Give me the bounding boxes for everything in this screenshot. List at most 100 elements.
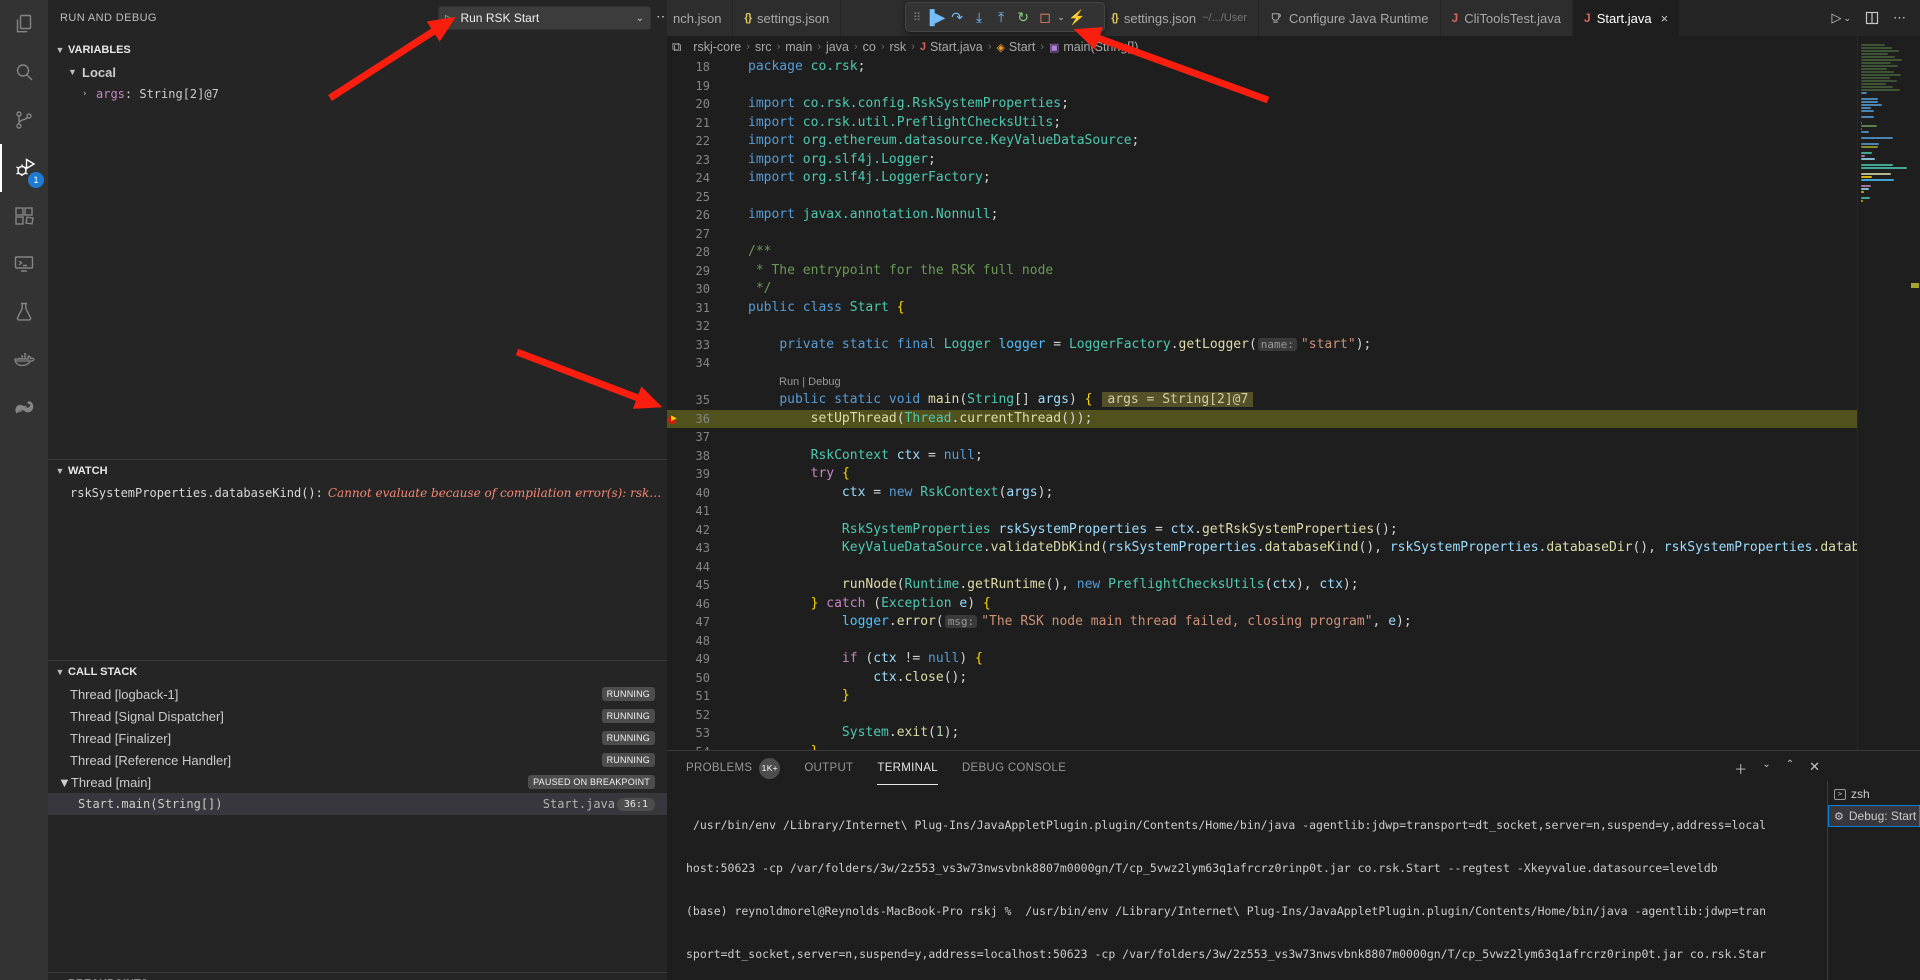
gear-icon: ⚙ xyxy=(1834,810,1844,823)
tab-launch-json[interactable]: nch.json xyxy=(667,0,733,36)
code-line: 38 RskContext ctx = null; xyxy=(667,447,1857,466)
terminal-list-item-zsh[interactable]: > zsh xyxy=(1828,783,1920,805)
chevron-down-icon: ▼ xyxy=(52,667,68,677)
minimap[interactable] xyxy=(1857,36,1910,750)
code-editor[interactable]: 18package co.rsk;1920import co.rsk.confi… xyxy=(667,58,1857,750)
code-line: 43 KeyValueDataSource.validateDbKind(rsk… xyxy=(667,539,1857,558)
breadcrumb-item[interactable]: rsk xyxy=(889,40,906,54)
tab-clitoolstest-java[interactable]: J CliToolsTest.java xyxy=(1441,0,1574,36)
watch-expression-row[interactable]: rskSystemProperties.databaseKind(): Cann… xyxy=(48,482,667,504)
bottom-panel: PROBLEMS 1K+ OUTPUT TERMINAL DEBUG CONSO… xyxy=(667,750,1920,980)
breadcrumb-item[interactable]: rskj-core xyxy=(693,40,741,54)
source-control-icon[interactable] xyxy=(0,96,48,144)
start-debug-icon[interactable]: ▷ xyxy=(445,12,453,25)
thread-row[interactable]: Thread [Signal Dispatcher] RUNNING xyxy=(48,705,667,727)
tab-problems[interactable]: PROBLEMS 1K+ xyxy=(686,751,780,785)
thread-status-badge: RUNNING xyxy=(602,731,655,745)
step-out-icon[interactable]: ⤒ xyxy=(990,9,1012,26)
variables-section-header[interactable]: ▼ VARIABLES xyxy=(48,39,667,61)
code-line: 25 xyxy=(667,188,1857,207)
tab-configure-java-runtime[interactable]: Configure Java Runtime xyxy=(1259,0,1440,36)
editor-actions: ▷⌄ ⋯ xyxy=(1817,0,1920,36)
variables-scope-local[interactable]: ▼ Local xyxy=(48,61,667,83)
close-icon[interactable]: × xyxy=(1661,11,1669,26)
maximize-panel-icon[interactable]: ⌃ xyxy=(1786,759,1794,778)
variable-args[interactable]: › args: String[2]@7 xyxy=(48,83,667,105)
code-line: 19 xyxy=(667,77,1857,96)
terminal-line: (base) reynoldmorel@Reynolds-MacBook-Pro… xyxy=(686,904,1818,918)
thread-row-main[interactable]: ▼ Thread [main] PAUSED ON BREAKPOINT xyxy=(48,771,667,793)
breadcrumb-item[interactable]: java xyxy=(826,40,849,54)
breadcrumb-item[interactable]: src xyxy=(755,40,772,54)
tab-settings-json-user[interactable]: {} settings.json ~/.../User xyxy=(1100,0,1259,36)
docker-icon[interactable] xyxy=(0,336,48,384)
code-line: 29 * The entrypoint for the RSK full nod… xyxy=(667,262,1857,281)
watch-section-header[interactable]: ▼ WATCH xyxy=(48,460,667,482)
more-actions-icon[interactable]: ⋯ xyxy=(1893,10,1906,26)
remote-explorer-icon[interactable] xyxy=(0,240,48,288)
tab-settings-json[interactable]: {} settings.json xyxy=(733,0,841,36)
debug-toolbar: ⠿ ▐▶ ↷ ⤓ ⤒ ↻ ◻ ⌄ ⚡ xyxy=(905,2,1105,32)
close-panel-icon[interactable]: ✕ xyxy=(1809,759,1820,778)
java-file-icon: J xyxy=(1584,11,1591,25)
drag-handle-icon[interactable]: ⠿ xyxy=(913,11,921,24)
thread-row[interactable]: Thread [logback-1] RUNNING xyxy=(48,683,667,705)
chevron-down-icon: ▼ xyxy=(58,775,71,790)
code-lens-line[interactable]: Run | Debug xyxy=(667,373,1857,392)
tab-debug-console[interactable]: DEBUG CONSOLE xyxy=(962,751,1066,785)
chevron-down-icon[interactable]: ⌄ xyxy=(1056,12,1066,23)
chevron-right-icon: › xyxy=(82,89,96,99)
explorer-icon[interactable] xyxy=(0,0,48,48)
code-line: 21import co.rsk.util.PreflightChecksUtil… xyxy=(667,114,1857,133)
frame-file: Start.java xyxy=(543,797,615,811)
run-and-debug-icon[interactable]: 1 xyxy=(0,144,48,192)
terminal-list: > zsh ⚙ Debug: Start xyxy=(1827,781,1920,980)
step-into-icon[interactable]: ⤓ xyxy=(968,9,990,26)
restart-icon[interactable]: ↻ xyxy=(1012,9,1034,26)
terminal-output[interactable]: /usr/bin/env /Library/Internet\ Plug-Ins… xyxy=(686,789,1818,980)
gradle-icon[interactable] xyxy=(0,384,48,432)
debug-count-badge: 1 xyxy=(28,172,44,188)
run-file-button[interactable]: ▷⌄ xyxy=(1831,10,1851,26)
breadcrumb: ⧉ rskj-core› src› main› java› co› rsk› J… xyxy=(667,36,1920,58)
extensions-icon[interactable] xyxy=(0,192,48,240)
tab-output[interactable]: OUTPUT xyxy=(804,751,853,785)
debug-config-dropdown[interactable]: ▷ Run RSK Start ⌄ xyxy=(438,6,651,30)
hot-code-replace-icon[interactable]: ⚡ xyxy=(1066,9,1088,26)
breadcrumb-item-class[interactable]: ◈Start xyxy=(996,40,1035,54)
editor-group: nch.json {} settings.json untime {} sett… xyxy=(667,0,1920,750)
code-line: 49 if (ctx != null) { xyxy=(667,650,1857,669)
code-line: 52 xyxy=(667,706,1857,725)
code-line: 27 xyxy=(667,225,1857,244)
breadcrumb-item-file[interactable]: JStart.java xyxy=(920,40,983,54)
overview-ruler[interactable] xyxy=(1910,36,1920,750)
terminal-list-item-debug[interactable]: ⚙ Debug: Start xyxy=(1828,805,1920,827)
thread-row[interactable]: Thread [Reference Handler] RUNNING xyxy=(48,749,667,771)
stop-icon[interactable]: ◻ xyxy=(1034,9,1056,26)
vscode-window: 1 RUN AND DEBUG ▷ Run RSK Start ⌄ ⋯ xyxy=(0,0,1920,980)
thread-row[interactable]: Thread [Finalizer] RUNNING xyxy=(48,727,667,749)
split-editor-icon[interactable] xyxy=(1865,11,1879,25)
code-line: 41 xyxy=(667,502,1857,521)
step-over-icon[interactable]: ↷ xyxy=(946,9,968,26)
code-line: 40 ctx = new RskContext(args); xyxy=(667,484,1857,503)
tab-terminal[interactable]: TERMINAL xyxy=(877,751,938,785)
tab-start-java[interactable]: J Start.java × xyxy=(1573,0,1680,36)
breadcrumb-item[interactable]: co xyxy=(863,40,876,54)
code-line: 50 ctx.close(); xyxy=(667,669,1857,688)
search-icon[interactable] xyxy=(0,48,48,96)
thread-status-badge: RUNNING xyxy=(602,753,655,767)
testing-icon[interactable] xyxy=(0,288,48,336)
breakpoints-section-header[interactable]: › BREAKPOINTS xyxy=(48,972,667,980)
chevron-down-icon[interactable]: ⌄ xyxy=(1762,759,1770,778)
new-terminal-icon[interactable]: ＋ xyxy=(1734,759,1747,778)
breadcrumb-item-method[interactable]: ▣main(String[]) xyxy=(1049,40,1138,54)
breadcrumb-item[interactable]: main xyxy=(785,40,812,54)
frame-position-badge: 36:1 xyxy=(617,798,655,811)
call-stack-section-header[interactable]: ▼ CALL STACK xyxy=(48,661,667,683)
thread-status-badge: RUNNING xyxy=(602,709,655,723)
continue-icon[interactable]: ▐▶ xyxy=(924,9,946,26)
stack-frame-row[interactable]: Start.main(String[]) Start.java 36:1 xyxy=(48,793,667,815)
open-editors-icon[interactable]: ⧉ xyxy=(672,39,681,55)
code-line: 23import org.slf4j.Logger; xyxy=(667,151,1857,170)
